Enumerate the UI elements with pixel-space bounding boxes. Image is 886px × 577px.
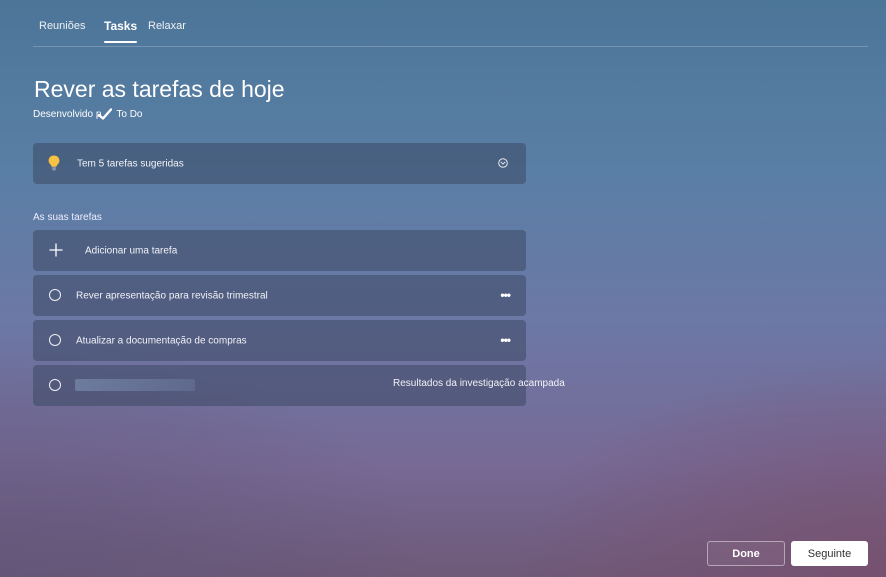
tab-bar: Reuniões Tasks Relaxar — [33, 0, 868, 47]
more-options-icon[interactable]: ••• — [500, 333, 511, 347]
task-row[interactable]: Atualizar a documentação de compras ••• — [33, 320, 526, 361]
add-task-row[interactable]: Adicionar uma tarefa — [33, 230, 526, 271]
tab-tasks[interactable]: Tasks — [104, 19, 138, 43]
developed-by-label: Desenvolvido p — [33, 108, 102, 120]
your-tasks-heading: As suas tarefas — [33, 212, 102, 223]
app-name: To Do — [116, 108, 143, 120]
lightbulb-icon — [48, 155, 60, 171]
chevron-down-icon[interactable] — [498, 158, 508, 168]
task-title: Atualizar a documentação de compras — [76, 335, 247, 346]
task-complete-radio[interactable] — [49, 379, 61, 391]
next-button[interactable]: Seguinte — [791, 541, 868, 566]
add-task-label: Adicionar uma tarefa — [85, 245, 178, 256]
plus-icon — [49, 243, 63, 257]
task-row[interactable]: Rever apresentação para revisão trimestr… — [33, 275, 526, 316]
suggestions-text: Tem 5 tarefas sugeridas — [77, 158, 184, 169]
task-complete-radio[interactable] — [49, 289, 61, 301]
tab-relax[interactable]: Relaxar — [148, 20, 186, 32]
done-button[interactable]: Done — [707, 541, 785, 566]
task-title: Resultados da investigação acampada — [393, 378, 565, 389]
task-title-placeholder — [75, 379, 195, 391]
more-options-icon[interactable]: ••• — [500, 288, 511, 302]
page-title: Rever as tarefas de hoje — [34, 76, 285, 102]
task-title: Rever apresentação para revisão trimestr… — [76, 290, 268, 301]
suggestions-card[interactable]: Tem 5 tarefas sugeridas — [33, 143, 526, 184]
task-complete-radio[interactable] — [49, 334, 61, 346]
todo-check-icon — [98, 108, 113, 120]
developed-by: Desenvolvido p To Do — [33, 108, 143, 120]
tab-meetings[interactable]: Reuniões — [39, 20, 85, 32]
